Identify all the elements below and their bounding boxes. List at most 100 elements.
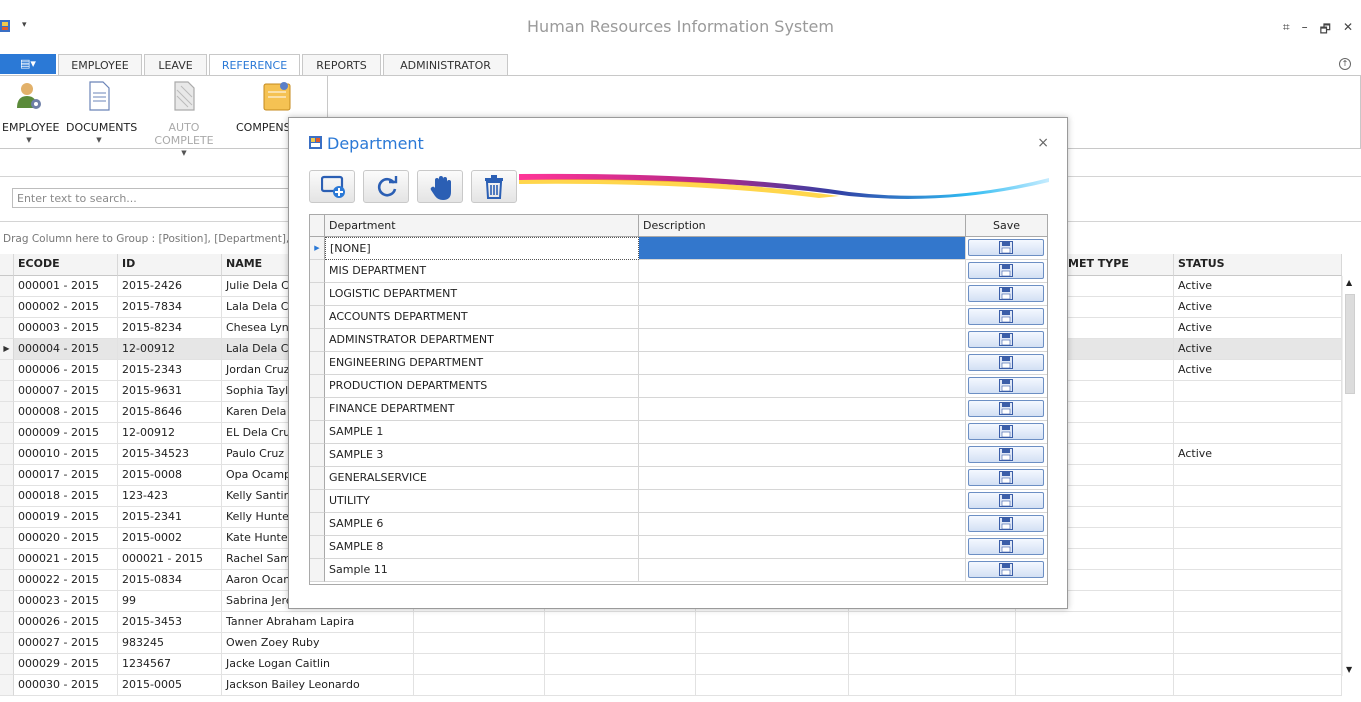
row-indicator[interactable]	[0, 465, 14, 486]
row-indicator[interactable]	[310, 490, 325, 513]
cell-ecode[interactable]: 000023 - 2015	[14, 591, 118, 612]
description-cell[interactable]	[639, 352, 966, 375]
cell-ecode[interactable]: 000030 - 2015	[14, 675, 118, 696]
cell-id[interactable]: 12-00912	[118, 423, 222, 444]
department-name-cell[interactable]: FINANCE DEPARTMENT	[325, 398, 639, 421]
cell-ecode[interactable]: 000002 - 2015	[14, 297, 118, 318]
cell[interactable]	[696, 654, 849, 675]
cell-id[interactable]: 2015-0834	[118, 570, 222, 591]
row-indicator[interactable]	[0, 444, 14, 465]
description-cell[interactable]	[639, 444, 966, 467]
cell-id[interactable]: 123-423	[118, 486, 222, 507]
department-name-cell[interactable]: SAMPLE 3	[325, 444, 639, 467]
cell[interactable]	[545, 675, 696, 696]
department-name-cell[interactable]: [NONE]	[325, 237, 639, 260]
department-name-cell[interactable]: GENERALSERVICE	[325, 467, 639, 490]
cell-id[interactable]: 983245	[118, 633, 222, 654]
cell-ecode[interactable]: 000006 - 2015	[14, 360, 118, 381]
tab-employee[interactable]: EMPLOYEE	[58, 54, 142, 75]
cell[interactable]	[849, 612, 1016, 633]
tab-administrator[interactable]: ADMINISTRATOR	[383, 54, 508, 75]
row-indicator[interactable]	[0, 318, 14, 339]
department-name-cell[interactable]: PRODUCTION DEPARTMENTS	[325, 375, 639, 398]
cell-name[interactable]: Tanner Abraham Lapira	[222, 612, 414, 633]
cell-ecode[interactable]: 000003 - 2015	[14, 318, 118, 339]
save-row-button[interactable]	[968, 492, 1044, 509]
row-indicator[interactable]	[0, 486, 14, 507]
row-indicator[interactable]	[0, 570, 14, 591]
save-row-button[interactable]	[968, 423, 1044, 440]
cell-name[interactable]: Jackson Bailey Leonardo	[222, 675, 414, 696]
cell-ecode[interactable]: 000029 - 2015	[14, 654, 118, 675]
cell-id[interactable]: 2015-0008	[118, 465, 222, 486]
description-cell[interactable]	[639, 260, 966, 283]
cell-ecode[interactable]: 000026 - 2015	[14, 612, 118, 633]
delete-button[interactable]	[471, 170, 517, 203]
refresh-button[interactable]	[363, 170, 409, 203]
cell-ecode[interactable]: 000027 - 2015	[14, 633, 118, 654]
documents-ribbon-button[interactable]: DOCUMENTS ▼	[66, 80, 137, 144]
cell-ecode[interactable]: 000009 - 2015	[14, 423, 118, 444]
cell-ecode[interactable]: 000017 - 2015	[14, 465, 118, 486]
cell-status[interactable]: Active	[1174, 297, 1342, 318]
cell-ecode[interactable]: 000010 - 2015	[14, 444, 118, 465]
search-input[interactable]	[12, 188, 302, 208]
cell-ecode[interactable]: 000004 - 2015	[14, 339, 118, 360]
row-indicator[interactable]	[0, 633, 14, 654]
cell-status[interactable]	[1174, 507, 1342, 528]
cell[interactable]	[414, 654, 545, 675]
row-indicator[interactable]	[310, 375, 325, 398]
department-name-cell[interactable]: MIS DEPARTMENT	[325, 260, 639, 283]
save-row-button[interactable]	[968, 446, 1044, 463]
tab-reference[interactable]: REFERENCE	[209, 54, 300, 76]
column-header-id[interactable]: ID	[118, 254, 222, 276]
row-indicator[interactable]	[0, 297, 14, 318]
cell-id[interactable]: 2015-8646	[118, 402, 222, 423]
column-header-ecode[interactable]: ECODE	[14, 254, 118, 276]
cell[interactable]	[545, 654, 696, 675]
row-indicator[interactable]	[310, 559, 325, 582]
cell-id[interactable]: 2015-9631	[118, 381, 222, 402]
cell-id[interactable]: 2015-2426	[118, 276, 222, 297]
description-cell[interactable]	[639, 237, 966, 260]
cell[interactable]	[696, 612, 849, 633]
row-indicator[interactable]	[0, 549, 14, 570]
description-cell[interactable]	[639, 329, 966, 352]
file-menu-button[interactable]: ▤▾	[0, 54, 56, 74]
row-indicator[interactable]	[0, 276, 14, 297]
cell-status[interactable]: Active	[1174, 318, 1342, 339]
save-row-button[interactable]	[968, 538, 1044, 555]
row-indicator[interactable]	[310, 260, 325, 283]
dialog-close-icon[interactable]: ×	[1037, 135, 1049, 151]
cell-status[interactable]	[1174, 612, 1342, 633]
department-name-cell[interactable]: UTILITY	[325, 490, 639, 513]
scroll-down-icon[interactable]: ▼	[1346, 665, 1352, 674]
row-indicator[interactable]	[310, 467, 325, 490]
cell-id[interactable]: 2015-34523	[118, 444, 222, 465]
fullscreen-icon[interactable]: ⌗	[1283, 20, 1290, 41]
cell-name[interactable]: Jacke Logan Caitlin	[222, 654, 414, 675]
description-cell[interactable]	[639, 490, 966, 513]
cell-ecode[interactable]: 000001 - 2015	[14, 276, 118, 297]
description-cell[interactable]	[639, 421, 966, 444]
department-name-cell[interactable]: SAMPLE 8	[325, 536, 639, 559]
column-header-status[interactable]: STATUS	[1174, 254, 1342, 276]
cell-id[interactable]: 2015-0005	[118, 675, 222, 696]
row-indicator[interactable]	[310, 513, 325, 536]
auto-complete-ribbon-button[interactable]: AUTO COMPLETE ▼	[140, 80, 228, 157]
row-indicator[interactable]	[0, 423, 14, 444]
save-row-button[interactable]	[968, 469, 1044, 486]
description-cell[interactable]	[639, 375, 966, 398]
description-cell[interactable]	[639, 513, 966, 536]
cell-id[interactable]: 2015-0002	[118, 528, 222, 549]
row-indicator[interactable]	[310, 329, 325, 352]
save-row-button[interactable]	[968, 239, 1044, 256]
tab-reports[interactable]: REPORTS	[302, 54, 381, 75]
department-name-cell[interactable]: SAMPLE 1	[325, 421, 639, 444]
row-indicator[interactable]	[310, 283, 325, 306]
cell-emp-type[interactable]	[1016, 633, 1174, 654]
department-name-cell[interactable]: ADMINSTRATOR DEPARTMENT	[325, 329, 639, 352]
save-row-button[interactable]	[968, 262, 1044, 279]
department-name-cell[interactable]: Sample 11	[325, 559, 639, 582]
cell-status[interactable]	[1174, 423, 1342, 444]
